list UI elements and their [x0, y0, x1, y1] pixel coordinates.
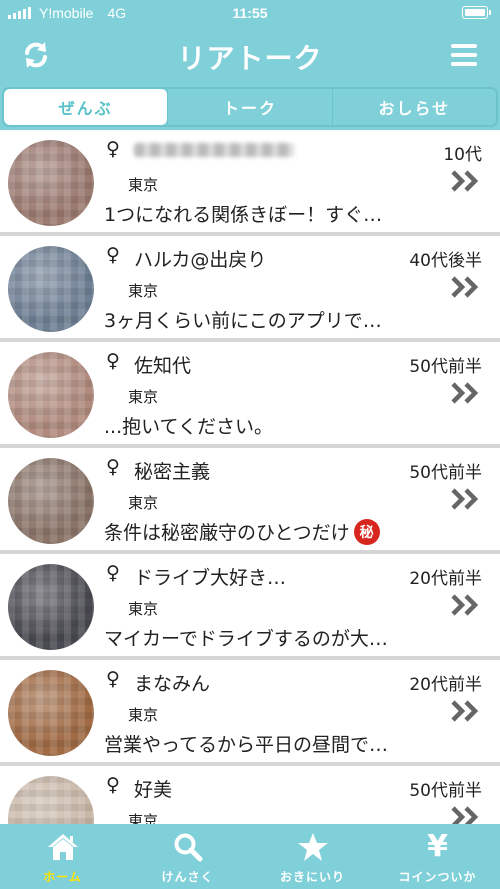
tab-bar: ぜんぶ トーク おしらせ: [0, 84, 500, 130]
avatar-mosaic: [8, 670, 94, 756]
female-icon: ♀: [106, 350, 120, 372]
user-name: 好美: [134, 779, 173, 801]
female-icon: ♀: [106, 562, 120, 584]
user-list[interactable]: ♀ 10代 東京 1つになれる関係きぼー！すぐ… ♀ ハルカ@出戻り 40代後半 東京 3ヶ月く…: [0, 130, 500, 824]
message-preview: 条件は秘密厳守のひとつだけ秘: [104, 518, 380, 545]
nav-coins-label: コインついか: [398, 870, 477, 884]
avatar-mosaic: [8, 352, 94, 438]
user-name: まなみん: [134, 673, 211, 695]
avatar[interactable]: [8, 670, 94, 756]
user-row[interactable]: ♀ ドライブ大好き… 20代前半東京マイカーでドライブするのが大…: [0, 554, 500, 660]
tab-notice[interactable]: おしらせ: [331, 89, 496, 125]
user-row[interactable]: ♀ ハルカ@出戻り 40代後半東京 3ヶ月くらい前にこのアプリで…: [0, 236, 500, 342]
user-name: ハルカ@出戻り: [134, 249, 267, 271]
nav-search[interactable]: けんさく: [125, 824, 250, 889]
message-text: ...抱いてください。: [104, 416, 273, 438]
user-row[interactable]: ♀ 10代東京 1つになれる関係きぼー！すぐ…: [0, 130, 500, 236]
area-label: 東京: [128, 494, 159, 512]
double-chevron-icon[interactable]: [450, 594, 480, 616]
age-label: 20代前半: [409, 675, 482, 695]
female-icon: ♀: [106, 456, 120, 478]
age-label: 10代: [443, 145, 482, 165]
user-row[interactable]: ♀ 佐知代 50代前半東京 ...抱いてください。: [0, 342, 500, 448]
user-name: ドライブ大好き…: [134, 567, 287, 589]
age-label: 40代後半: [409, 251, 482, 271]
battery-icon: [462, 6, 491, 19]
avatar[interactable]: [8, 140, 94, 226]
avatar-mosaic: [8, 458, 94, 544]
area-label: 東京: [128, 388, 159, 406]
avatar-mosaic: [8, 564, 94, 650]
secret-badge: 秘: [353, 518, 380, 545]
age-label: 50代前半: [409, 781, 482, 801]
female-icon: ♀: [106, 774, 120, 796]
avatar[interactable]: [8, 352, 94, 438]
app-title: リアトーク: [177, 42, 323, 75]
double-chevron-icon[interactable]: [450, 170, 480, 192]
menu-button[interactable]: [446, 38, 482, 72]
star-icon: [297, 833, 328, 861]
female-icon: ♀: [106, 244, 120, 266]
double-chevron-icon[interactable]: [450, 806, 480, 824]
female-icon: ♀: [106, 138, 120, 160]
avatar-mosaic: [8, 776, 94, 824]
user-name: 佐知代: [134, 355, 192, 377]
message-text: 営業やってるから平日の昼間で…: [104, 734, 389, 756]
message-text: 1つになれる関係きぼー！すぐ…: [104, 204, 383, 226]
avatar-mosaic: [8, 246, 94, 332]
avatar[interactable]: [8, 246, 94, 332]
user-row[interactable]: ♀ まなみん 20代前半東京営業やってるから平日の昼間で…: [0, 660, 500, 766]
avatar[interactable]: [8, 776, 94, 824]
area-label: 東京: [128, 176, 159, 194]
nav-coins[interactable]: ¥ コインついか: [375, 824, 500, 889]
area-label: 東京: [128, 600, 159, 618]
double-chevron-icon[interactable]: [450, 700, 480, 722]
double-chevron-icon[interactable]: [450, 382, 480, 404]
user-name: 秘密主義: [134, 461, 211, 483]
user-row[interactable]: ♀ 好美 50代前半東京: [0, 766, 500, 824]
area-label: 東京: [128, 282, 159, 300]
nav-search-label: けんさく: [161, 870, 214, 884]
bottom-nav: ホーム けんさく おきにいり ¥ コインついか: [0, 824, 500, 889]
message-preview: ...抱いてください。: [104, 412, 273, 439]
app-header: リアトーク: [0, 26, 500, 84]
age-label: 50代前半: [409, 357, 482, 377]
tab-talk[interactable]: トーク: [167, 89, 331, 125]
user-row[interactable]: ♀ 秘密主義 50代前半東京条件は秘密厳守のひとつだけ秘: [0, 448, 500, 554]
message-preview: 1つになれる関係きぼー！すぐ…: [104, 200, 382, 227]
avatar[interactable]: [8, 458, 94, 544]
double-chevron-icon[interactable]: [450, 276, 480, 298]
age-label: 20代前半: [409, 569, 482, 589]
avatar-mosaic: [8, 140, 94, 226]
user-name: [134, 139, 374, 162]
message-text: 条件は秘密厳守のひとつだけ: [104, 522, 350, 544]
message-preview: 営業やってるから平日の昼間で…: [104, 730, 388, 757]
status-bar: Y!mobile 4G 11:55: [0, 0, 500, 26]
home-icon: [47, 834, 78, 860]
message-preview: マイカーでドライブするのが大…: [104, 624, 388, 651]
nav-favorites[interactable]: おきにいり: [250, 824, 375, 889]
menu-icon: [451, 44, 477, 66]
nav-favorites-label: おきにいり: [279, 870, 345, 884]
yen-icon: ¥: [427, 829, 448, 864]
tab-all[interactable]: ぜんぶ: [4, 89, 168, 125]
age-label: 50代前半: [409, 463, 482, 483]
area-label: 東京: [128, 812, 159, 824]
nav-home-label: ホーム: [43, 870, 82, 884]
search-icon: [174, 833, 202, 862]
area-label: 東京: [128, 706, 159, 724]
message-text: 3ヶ月くらい前にこのアプリで…: [104, 310, 382, 332]
message-text: マイカーでドライブするのが大…: [104, 628, 388, 650]
avatar[interactable]: [8, 564, 94, 650]
message-preview: 3ヶ月くらい前にこのアプリで…: [104, 306, 382, 333]
double-chevron-icon[interactable]: [450, 488, 480, 510]
female-icon: ♀: [106, 668, 120, 690]
status-time: 11:55: [232, 5, 268, 21]
nav-home[interactable]: ホーム: [0, 824, 125, 889]
tab-group: ぜんぶ トーク おしらせ: [2, 87, 498, 127]
